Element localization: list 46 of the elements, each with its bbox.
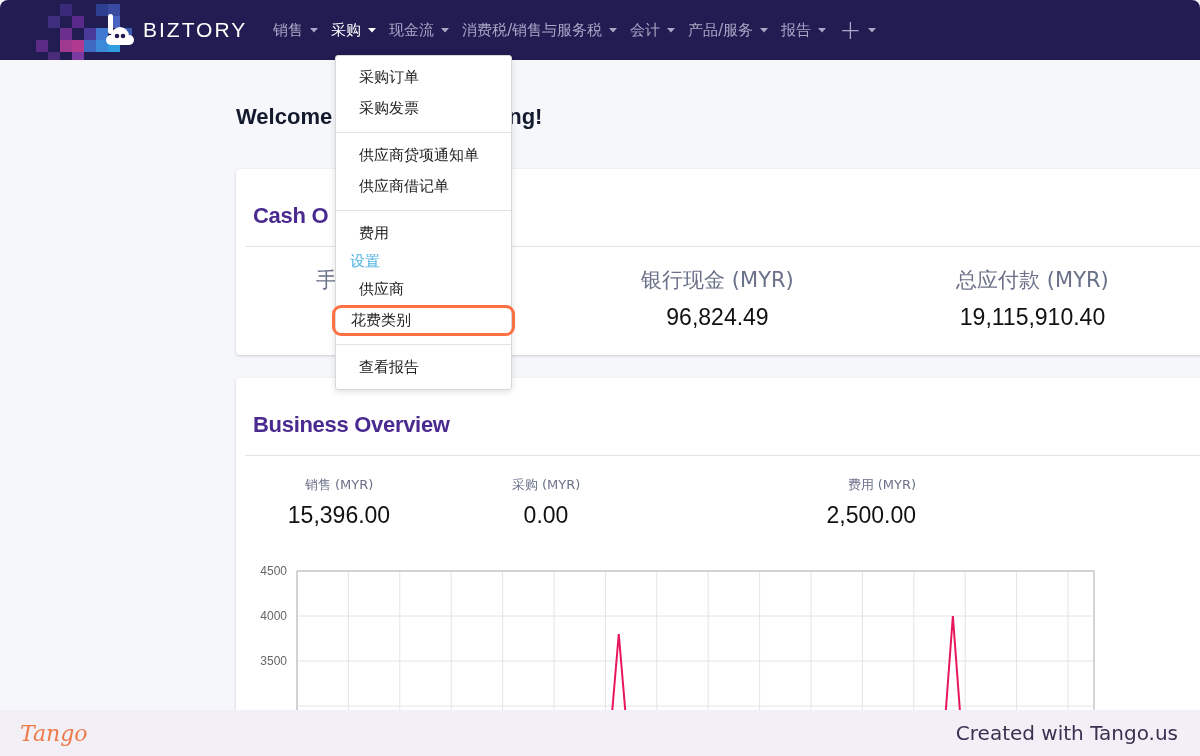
footer-credit: Created with Tango.us xyxy=(955,721,1178,745)
nav-menu-item[interactable]: 销售 xyxy=(273,20,319,40)
nav-menu-item[interactable]: 现金流 xyxy=(389,20,450,40)
y-axis-label: 3500 xyxy=(260,654,287,668)
caret-icon xyxy=(441,27,450,33)
logo-icon xyxy=(105,14,135,46)
nav-menu-item[interactable]: + xyxy=(839,17,877,43)
caret-icon xyxy=(818,27,827,33)
stat-label: 手 xyxy=(316,267,337,294)
y-axis-label: 4000 xyxy=(260,609,287,623)
nav-menu-item[interactable]: 采购 xyxy=(331,20,377,40)
caret-icon xyxy=(760,27,769,33)
nav-menu-item[interactable]: 消费税/销售与服务税 xyxy=(462,20,618,40)
stat-label: 总应付款 (MYR) xyxy=(956,267,1109,294)
caret-icon xyxy=(868,27,877,33)
stat-label: 银行现金 (MYR) xyxy=(641,267,794,294)
caret-icon xyxy=(667,27,676,33)
footer-logo: Tango xyxy=(20,720,88,746)
card-title: Cash O xyxy=(253,202,329,230)
menu-item[interactable]: 供应商借记单 xyxy=(336,171,511,202)
welcome-heading: Welcome xyxy=(236,104,333,131)
stat-value: 15,396.00 xyxy=(287,502,391,529)
caret-icon xyxy=(609,27,618,33)
y-axis-label: 4500 xyxy=(260,564,287,578)
menu-item[interactable]: 供应商贷项通知单 xyxy=(336,140,511,171)
nav-menu-item[interactable]: 会计 xyxy=(630,20,676,40)
stat-value: 0.00 xyxy=(523,502,569,529)
nav-menu-item[interactable]: 产品/服务 xyxy=(688,20,769,40)
nav-menu-item[interactable]: 报告 xyxy=(781,20,827,40)
caret-icon xyxy=(368,27,377,33)
menu-item[interactable]: 费用 xyxy=(336,218,511,249)
stat-label: 销售 (MYR) xyxy=(304,476,374,494)
menu-section-header: 设置 xyxy=(349,251,381,272)
card-title: Business Overview xyxy=(253,411,450,439)
stat-label: 费用 (MYR) xyxy=(847,476,916,494)
brand-name: BIZTORY xyxy=(143,18,248,42)
menu-item[interactable]: 供应商 xyxy=(336,274,511,305)
stat-value: 19,115,910.40 xyxy=(959,304,1106,331)
menu-item[interactable]: 采购发票 xyxy=(336,93,511,124)
stat-label: 采购 (MYR) xyxy=(511,476,581,494)
stat-value: 96,824.49 xyxy=(666,304,769,331)
menu-item[interactable]: 采购订单 xyxy=(336,62,511,93)
caret-icon xyxy=(310,27,319,33)
menu-item[interactable]: 查看报告 xyxy=(336,352,511,383)
menu-item[interactable]: 花费类别 xyxy=(335,308,512,333)
stat-value: 2,500.00 xyxy=(826,502,916,529)
